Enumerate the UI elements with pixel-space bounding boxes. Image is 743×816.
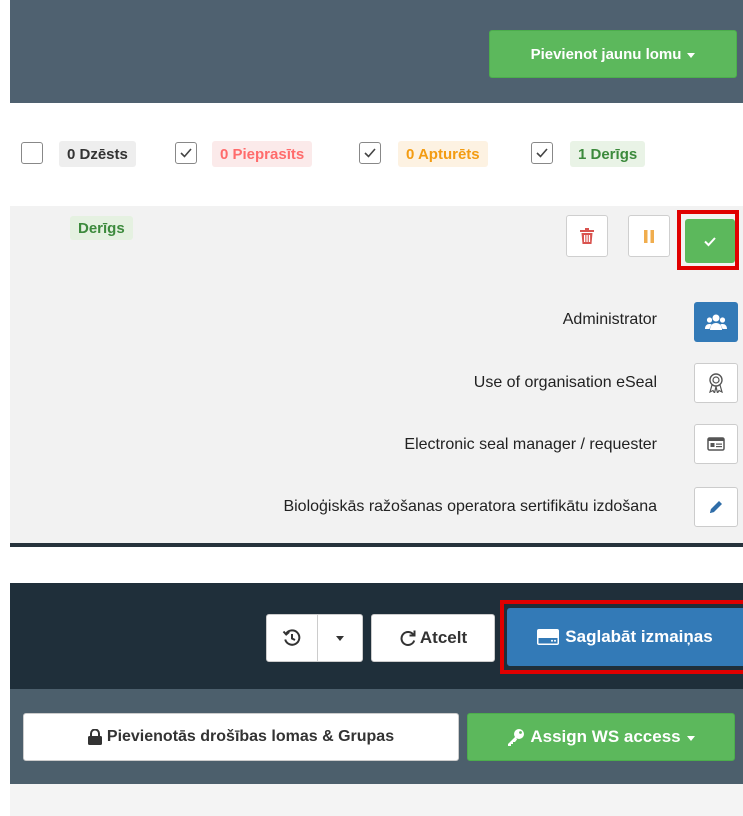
trash-icon (580, 228, 594, 244)
delete-role-button[interactable] (566, 215, 608, 257)
caret-down-icon (687, 52, 696, 58)
add-role-label: Pievienot jaunu lomu (530, 45, 682, 63)
save-changes-button[interactable]: Saglabāt izmaiņas (507, 608, 743, 666)
permission-text: Electronic seal manager / requester (404, 436, 657, 453)
key-icon (508, 729, 525, 746)
permission-label: Administrator (563, 311, 657, 329)
check-icon (364, 148, 376, 158)
save-changes-label: Saglabāt izmaiņas (565, 627, 713, 646)
pencil-icon (710, 501, 722, 513)
activate-role-button[interactable] (685, 219, 735, 263)
filter-deleted-label: 0 Dzēsts (67, 145, 128, 163)
check-icon (704, 236, 716, 246)
permission-text: Use of organisation eSeal (473, 374, 657, 391)
permission-bio-cert-button[interactable] (694, 487, 738, 527)
caret-down-icon (686, 735, 695, 741)
permission-text: Administrator (562, 311, 657, 328)
filter-requested-badge: 0 Pieprasīts (212, 141, 313, 167)
filter-valid-label: 1 Derīgs (578, 145, 638, 163)
filter-suspended-checkbox[interactable] (359, 142, 381, 164)
caret-down-icon (336, 635, 344, 641)
permission-text: Bioloģiskās ražošanas operatora sertifik… (283, 498, 657, 515)
redo-icon (400, 630, 416, 646)
pause-icon (644, 229, 654, 243)
permission-label: Use of organisation eSeal (474, 374, 657, 392)
assign-ws-access-button[interactable]: Assign WS access (467, 713, 735, 761)
permission-eseal-button[interactable] (694, 363, 738, 403)
filter-requested-label: 0 Pieprasīts (220, 145, 305, 163)
permission-label: Electronic seal manager / requester (404, 436, 657, 454)
users-icon (705, 314, 727, 330)
history-button[interactable] (266, 614, 318, 662)
filter-deleted-badge: 0 Dzēsts (59, 141, 136, 167)
history-dropdown-button[interactable] (317, 614, 363, 662)
filter-suspended-badge: 0 Apturēts (398, 141, 488, 167)
permission-seal-manager-button[interactable] (694, 424, 738, 464)
id-card-icon (707, 437, 725, 451)
permission-administrator-button[interactable] (694, 302, 738, 342)
lock-icon (87, 729, 102, 745)
assign-ws-access-label: Assign WS access (530, 727, 681, 746)
filter-requested-checkbox[interactable] (175, 142, 197, 164)
hdd-icon (537, 629, 560, 645)
award-icon (709, 373, 723, 393)
history-icon (282, 629, 301, 646)
divider (10, 543, 743, 547)
filter-suspended-label: 0 Apturēts (406, 145, 480, 163)
security-roles-label: Pievienotās drošības lomas & Grupas (106, 728, 395, 745)
check-icon (536, 148, 548, 158)
role-status-label: Derīgs (78, 219, 125, 237)
filter-deleted-checkbox[interactable] (21, 142, 43, 164)
cancel-label: Atcelt (419, 628, 468, 647)
suspend-role-button[interactable] (628, 215, 670, 257)
content-area (10, 784, 743, 816)
filter-valid-checkbox[interactable] (531, 142, 553, 164)
add-role-button[interactable]: Pievienot jaunu lomu (489, 30, 737, 78)
security-roles-button[interactable]: Pievienotās drošības lomas & Grupas (23, 713, 459, 761)
role-status-badge: Derīgs (70, 216, 133, 240)
filter-valid-badge: 1 Derīgs (570, 141, 646, 167)
permission-label: Bioloģiskās ražošanas operatora sertifik… (283, 498, 657, 516)
cancel-button[interactable]: Atcelt (371, 614, 495, 662)
check-icon (180, 148, 192, 158)
